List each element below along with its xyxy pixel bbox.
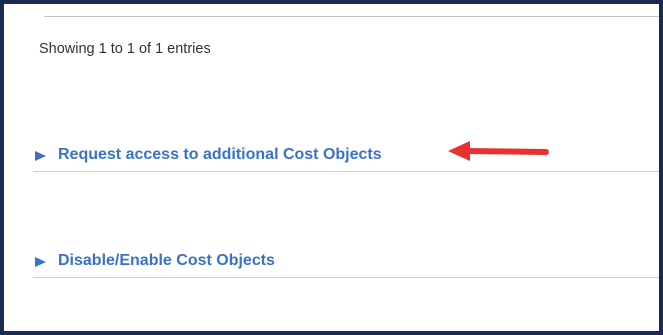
table-entries-info: Showing 1 to 1 of 1 entries xyxy=(39,41,211,57)
triangle-right-icon[interactable] xyxy=(35,257,46,267)
triangle-right-icon[interactable] xyxy=(35,151,46,161)
section-disable-enable-label[interactable]: Disable/Enable Cost Objects xyxy=(58,252,275,270)
section-disable-enable-toggle[interactable]: Disable/Enable Cost Objects xyxy=(33,250,659,278)
section-request-access-toggle[interactable]: Request access to additional Cost Object… xyxy=(33,144,659,172)
screenshot-frame: Showing 1 to 1 of 1 entries Request acce… xyxy=(0,0,663,335)
section-divider xyxy=(33,277,659,278)
section-request-access-label[interactable]: Request access to additional Cost Object… xyxy=(58,146,382,164)
red-arrow-annotation-icon xyxy=(448,141,549,161)
section-divider xyxy=(33,171,659,172)
divider xyxy=(44,16,659,17)
